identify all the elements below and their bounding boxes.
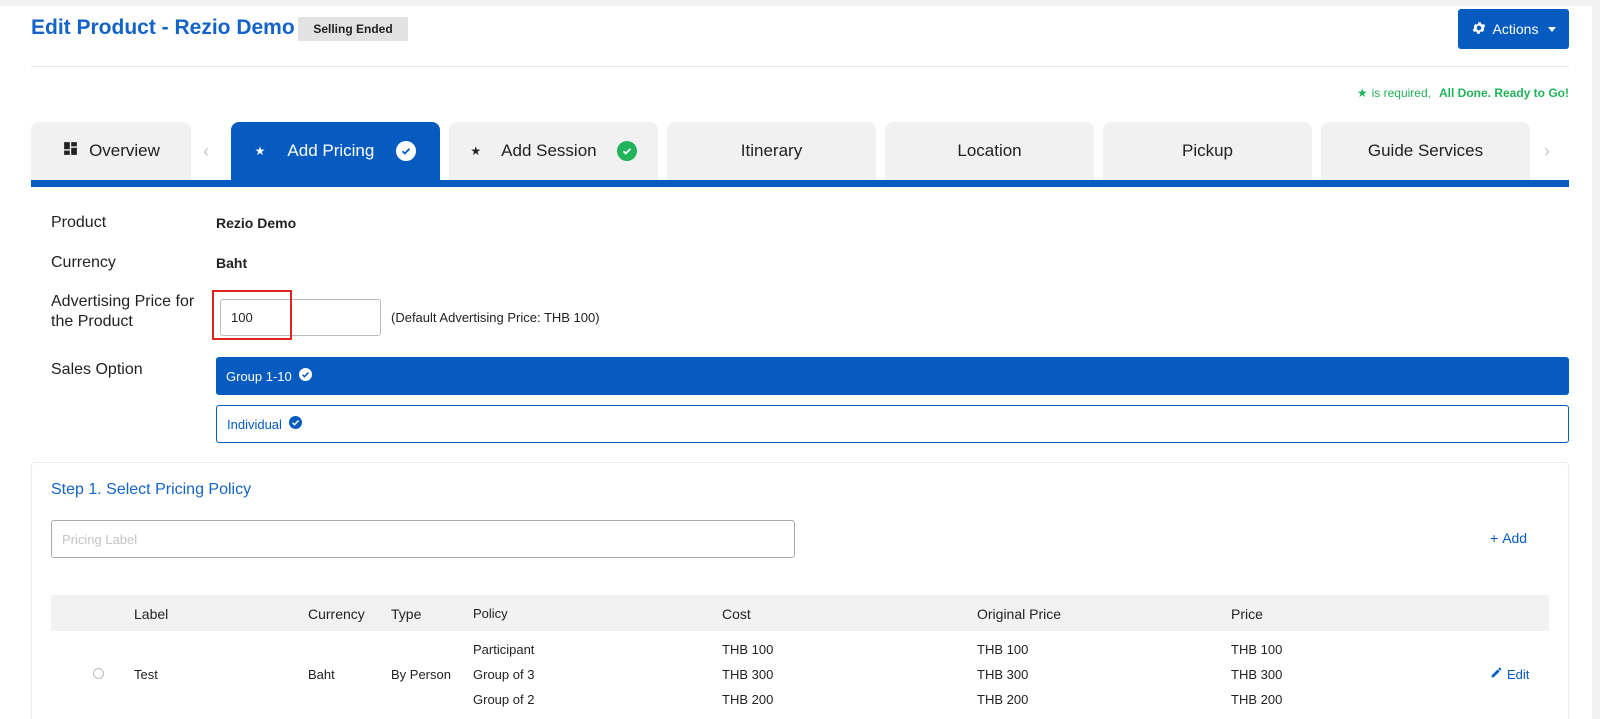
check-circle-icon	[288, 416, 302, 432]
adv-price-input[interactable]	[220, 299, 381, 336]
currency-value: Baht	[216, 255, 248, 271]
adv-price-label-line2: the Product	[51, 313, 133, 330]
tabs-scroll-left-icon[interactable]: ‹	[203, 141, 209, 162]
tab-itinerary[interactable]: Itinerary	[667, 122, 876, 180]
col-original-price: Original Price	[977, 606, 1062, 622]
sales-option-individual-label: Individual	[227, 416, 282, 432]
col-policy: Policy	[473, 606, 508, 621]
all-done-text: All Done. Ready to Go!	[1438, 86, 1569, 100]
row-type: By Person	[391, 667, 451, 682]
row-original-price: THB 100	[977, 642, 1029, 657]
col-label: Label	[134, 606, 169, 622]
tab-guide-services-label: Guide Services	[1367, 141, 1484, 160]
row-radio[interactable]	[93, 668, 104, 679]
tab-location-label: Location	[957, 141, 1022, 160]
check-circle-icon	[396, 141, 417, 161]
tab-overview-label: Overview	[89, 141, 160, 160]
step-title: Step 1. Select Pricing Policy	[51, 481, 252, 498]
row-price: THB 300	[1231, 667, 1283, 682]
pricing-policy-panel	[31, 462, 1569, 719]
sales-option-label: Sales Option	[51, 361, 143, 378]
actions-button[interactable]: Actions	[1458, 9, 1569, 49]
dashboard-icon	[62, 140, 79, 162]
row-price: THB 100	[1231, 642, 1283, 657]
tab-location[interactable]: Location	[885, 122, 1094, 180]
row-cost: THB 100	[722, 642, 774, 657]
star-icon: ★	[1356, 86, 1368, 100]
col-type: Type	[391, 606, 422, 622]
sales-option-individual[interactable]: Individual	[216, 405, 1569, 443]
tab-guide-services[interactable]: Guide Services	[1321, 122, 1530, 180]
row-original-price: THB 200	[977, 692, 1029, 707]
row-cost: THB 200	[722, 692, 774, 707]
tab-overview[interactable]: Overview	[31, 122, 191, 180]
required-note: ★ is required, All Done. Ready to Go!	[1357, 86, 1569, 100]
add-label: Add	[1502, 530, 1528, 546]
tab-pickup-label: Pickup	[1181, 141, 1234, 160]
check-circle-icon	[298, 368, 312, 384]
actions-label: Actions	[1492, 21, 1539, 37]
col-cost: Cost	[722, 606, 751, 622]
status-badge: Selling Ended	[298, 17, 408, 41]
pricing-label-input[interactable]	[51, 520, 795, 558]
tabs-scroll-right-icon[interactable]: ›	[1544, 141, 1550, 162]
tab-pickup[interactable]: Pickup	[1103, 122, 1312, 180]
sales-option-group[interactable]: Group 1-10	[216, 357, 1569, 395]
page-title: Edit Product - Rezio Demo	[31, 16, 295, 39]
page: Edit Product - Rezio Demo Selling Ended …	[0, 6, 1592, 719]
col-price: Price	[1231, 606, 1263, 622]
plus-icon: +	[1490, 530, 1499, 546]
tab-add-session-label: Add Session	[501, 141, 597, 160]
page-scrollbar-track[interactable]	[1592, 6, 1600, 719]
tab-active-bar	[31, 180, 1569, 187]
sales-option-group-label: Group 1-10	[226, 368, 292, 384]
add-button[interactable]: + Add	[1490, 530, 1527, 546]
default-price-note: (Default Advertising Price: THB 100)	[391, 310, 600, 325]
required-text: is required,	[1371, 86, 1431, 100]
currency-label: Currency	[51, 254, 116, 271]
tab-add-session[interactable]: ★ Add Session	[449, 122, 658, 180]
row-policy: Group of 2	[473, 692, 535, 707]
row-cost: THB 300	[722, 667, 774, 682]
row-policy: Group of 3	[473, 667, 535, 682]
row-edit-label: Edit	[1507, 666, 1530, 682]
check-circle-icon	[616, 141, 637, 161]
row-original-price: THB 300	[977, 667, 1029, 682]
tab-add-pricing[interactable]: ★ Add Pricing	[231, 122, 440, 180]
adv-price-label-line1: Advertising Price for	[51, 293, 195, 310]
row-price: THB 200	[1231, 692, 1283, 707]
row-currency: Baht	[308, 667, 335, 682]
product-label: Product	[51, 214, 107, 231]
caret-down-icon	[1548, 26, 1557, 32]
col-currency: Currency	[308, 606, 365, 622]
row-policy: Participant	[473, 642, 535, 657]
tab-itinerary-label: Itinerary	[740, 141, 803, 160]
row-label: Test	[134, 667, 158, 682]
pencil-icon	[1490, 666, 1503, 682]
table-header	[51, 595, 1549, 631]
required-star-icon: ★	[470, 144, 482, 158]
header-divider	[31, 66, 1569, 67]
row-edit-button[interactable]: Edit	[1490, 666, 1529, 682]
required-star-icon: ★	[254, 144, 266, 158]
tab-add-pricing-label: Add Pricing	[287, 141, 375, 160]
product-value: Rezio Demo	[216, 215, 297, 231]
gear-icon	[1471, 20, 1487, 39]
